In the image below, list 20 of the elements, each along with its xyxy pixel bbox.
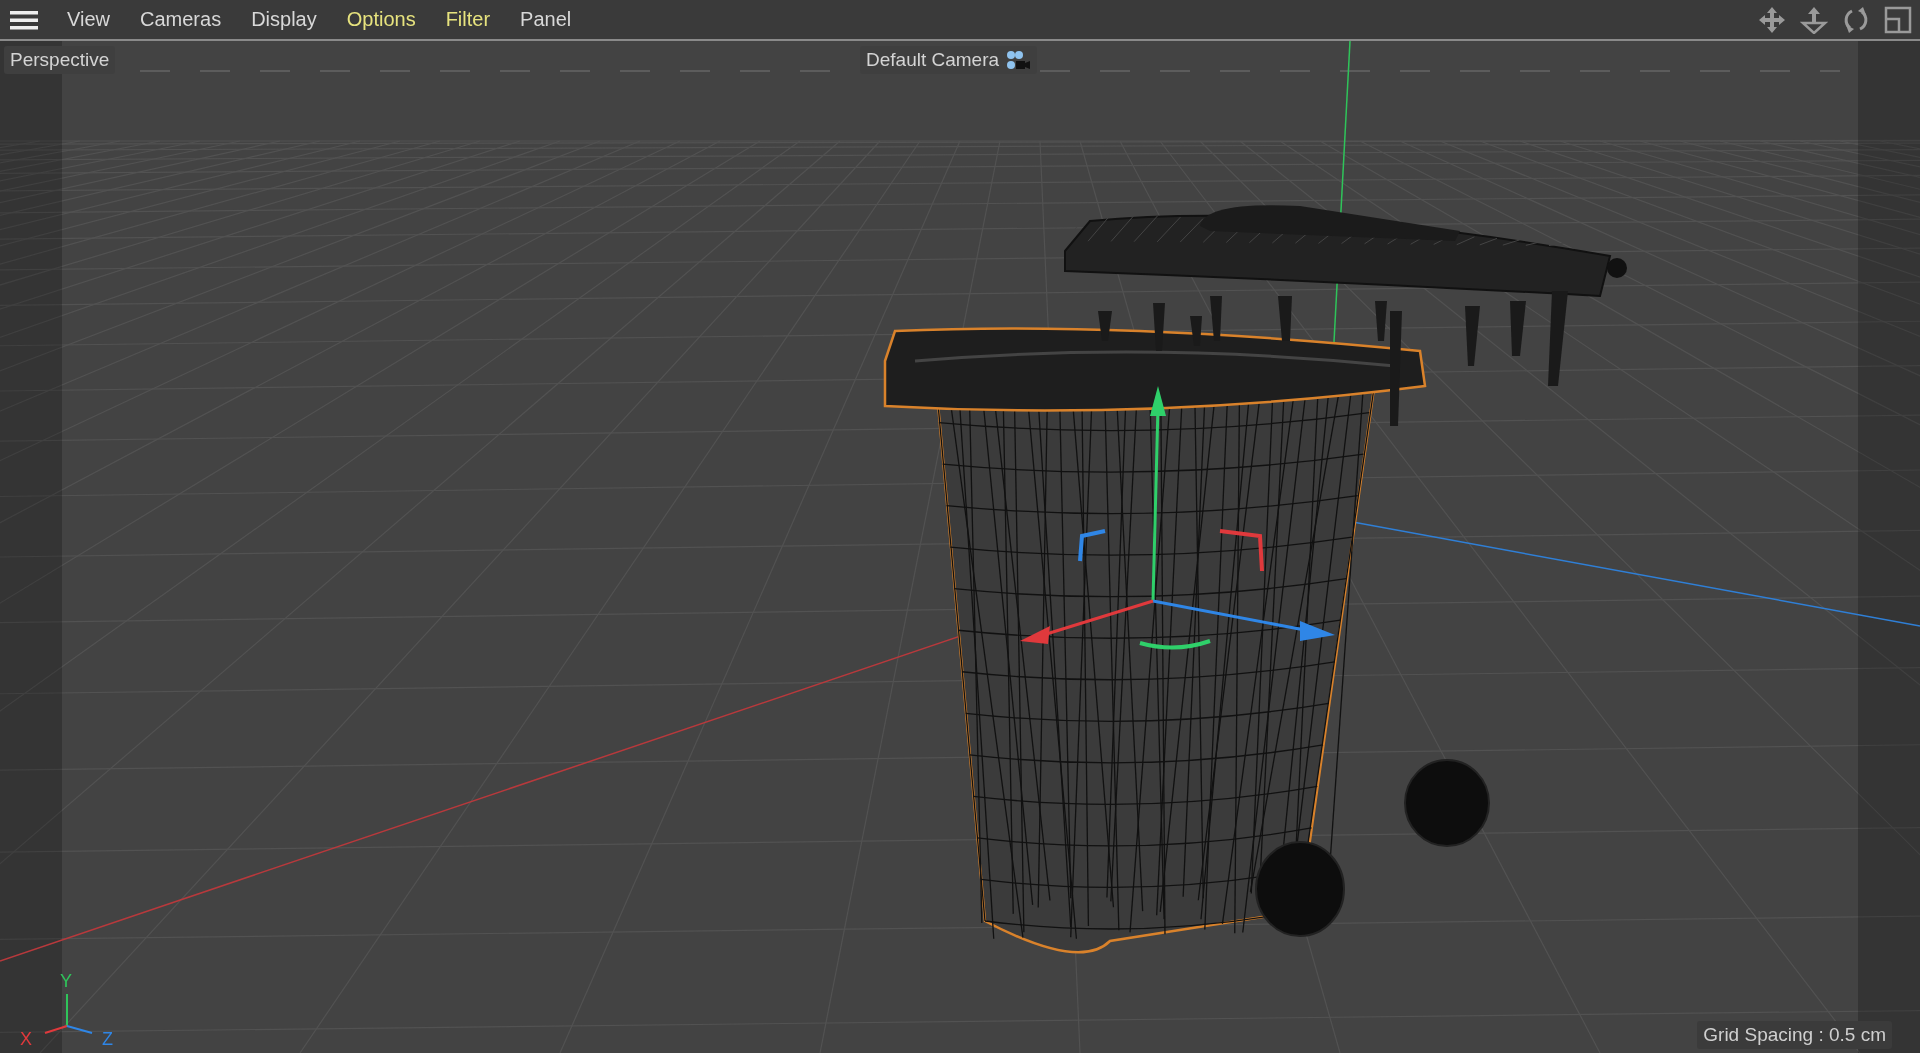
menu-item[interactable]: Panel xyxy=(507,4,585,35)
axis-label: Y xyxy=(60,971,72,991)
menu-item[interactable]: Cameras xyxy=(127,4,235,35)
menu-item[interactable]: Options xyxy=(333,4,429,35)
menu-item[interactable]: Display xyxy=(238,4,330,35)
menu-item[interactable]: Filter xyxy=(432,4,504,35)
axis-label: Z xyxy=(102,1029,113,1049)
camera-label[interactable]: Default Camera xyxy=(860,46,1038,74)
menu-icon[interactable] xyxy=(10,9,38,30)
rotate-icon[interactable] xyxy=(1842,5,1870,34)
axis-label: X xyxy=(20,1029,32,1049)
four-arrows-icon[interactable] xyxy=(1758,5,1786,34)
window-layout-icon[interactable] xyxy=(1884,5,1912,34)
view-name-label[interactable]: Perspective xyxy=(4,46,116,74)
camera-name: Default Camera xyxy=(866,49,1000,71)
axis-indicator-drawing xyxy=(44,993,93,1034)
camera-icon xyxy=(1005,50,1032,70)
grid-spacing-label: Grid Spacing : 0.5 cm xyxy=(1697,1021,1892,1049)
menu-item[interactable]: View xyxy=(54,4,123,35)
arrow-icon[interactable] xyxy=(1800,5,1828,34)
